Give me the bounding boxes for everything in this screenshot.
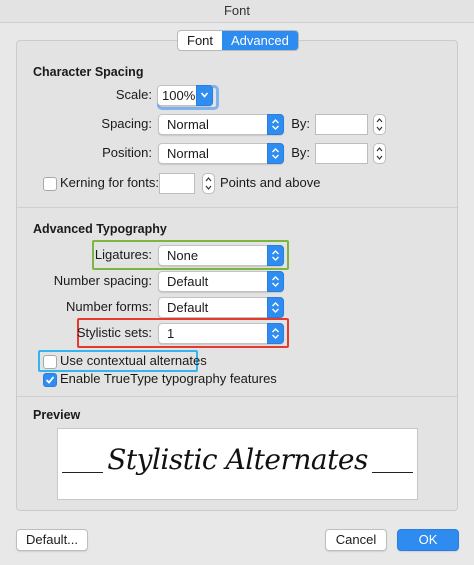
stylistic-sets-label: Stylistic sets: — [76, 325, 152, 340]
scale-combobox[interactable]: 100% — [157, 85, 213, 106]
advanced-typography-title: Advanced Typography — [33, 222, 167, 236]
spacing-label: Spacing: — [101, 116, 152, 131]
scale-label: Scale: — [115, 87, 152, 102]
cancel-button[interactable]: Cancel — [325, 529, 387, 551]
spacing-by-stepper[interactable] — [373, 114, 386, 135]
tab-font[interactable]: Font — [178, 31, 222, 50]
preview-baseline-right — [372, 472, 413, 473]
updown-arrows-icon — [267, 143, 284, 164]
preview-title: Preview — [33, 408, 81, 422]
number-spacing-label: Number spacing: — [53, 273, 152, 288]
position-by-field[interactable] — [315, 143, 368, 164]
number-spacing-select[interactable]: Default — [158, 271, 284, 292]
spacing-by-field[interactable] — [315, 114, 368, 135]
updown-arrows-icon — [267, 114, 284, 135]
updown-arrows-icon — [267, 271, 284, 292]
section-divider — [17, 396, 457, 397]
chevron-down-icon[interactable] — [196, 85, 213, 106]
kerning-label: Kerning for fonts: — [60, 175, 159, 190]
contextual-label: Use contextual alternates — [60, 353, 207, 368]
spacing-select[interactable]: Normal — [158, 114, 284, 135]
kerning-stepper[interactable] — [202, 173, 215, 194]
number-forms-value: Default — [167, 300, 209, 315]
position-select[interactable]: Normal — [158, 143, 284, 164]
contextual-checkbox[interactable] — [43, 355, 57, 369]
kerning-field[interactable] — [159, 173, 195, 194]
position-by-stepper[interactable] — [373, 143, 386, 164]
preview-sample-text: Stylistic Alternates — [107, 443, 368, 476]
ligatures-value: None — [167, 248, 199, 263]
number-forms-select[interactable]: Default — [158, 297, 284, 318]
stylistic-sets-select[interactable]: 1 — [158, 323, 284, 344]
ok-button[interactable]: OK — [397, 529, 459, 551]
updown-arrows-icon — [267, 323, 284, 344]
truetype-label: Enable TrueType typography features — [60, 371, 277, 386]
number-forms-label: Number forms: — [66, 299, 152, 314]
tab-bar: Font Advanced — [177, 30, 299, 51]
kerning-checkbox[interactable] — [43, 177, 57, 191]
ligatures-select[interactable]: None — [158, 245, 284, 266]
character-spacing-title: Character Spacing — [33, 65, 144, 79]
kerning-suffix: Points and above — [220, 175, 321, 190]
updown-arrows-icon — [267, 297, 284, 318]
default-button[interactable]: Default... — [16, 529, 88, 551]
stylistic-sets-value: 1 — [167, 326, 175, 341]
section-divider — [17, 207, 457, 208]
window-title: Font — [0, 0, 474, 23]
tab-advanced[interactable]: Advanced — [222, 31, 298, 50]
position-value: Normal — [167, 146, 209, 161]
ligatures-label: Ligatures: — [94, 247, 152, 262]
truetype-checkbox[interactable] — [43, 373, 57, 387]
number-spacing-value: Default — [167, 274, 209, 289]
checkmark-icon — [45, 376, 55, 384]
position-by-label: By: — [291, 145, 310, 160]
spacing-value: Normal — [167, 117, 209, 132]
position-label: Position: — [102, 145, 152, 160]
spacing-by-label: By: — [291, 116, 310, 131]
scale-value: 100% — [162, 88, 196, 103]
preview-box: Stylistic Alternates — [57, 428, 418, 500]
updown-arrows-icon — [267, 245, 284, 266]
